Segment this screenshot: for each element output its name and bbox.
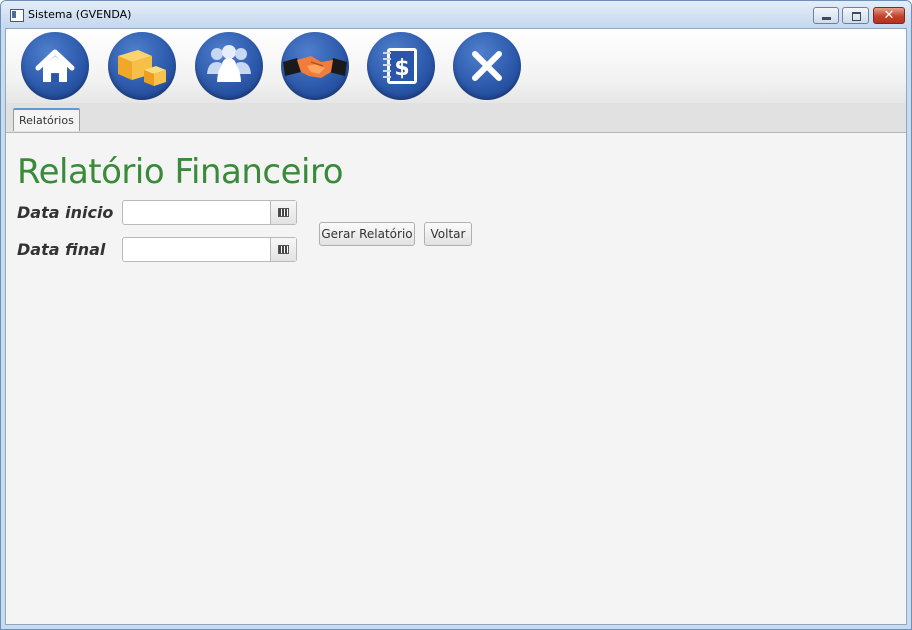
end-date-label: Data final: [17, 240, 106, 259]
svg-text:$: $: [394, 56, 409, 81]
start-date-input[interactable]: [123, 201, 271, 224]
app-icon: [10, 9, 24, 22]
generate-report-button[interactable]: Gerar Relatório: [319, 222, 415, 246]
calendar-icon: [279, 209, 288, 216]
clients-button[interactable]: [195, 32, 263, 100]
close-icon: [472, 51, 502, 81]
boxes-icon: [118, 50, 166, 86]
handshake-icon: [283, 56, 347, 78]
window-close-button[interactable]: ✕: [873, 7, 905, 24]
page-title: Relatório Financeiro: [17, 152, 344, 192]
start-date-label: Data inicio: [17, 203, 114, 222]
calendar-icon: [279, 246, 288, 253]
exit-button[interactable]: [453, 32, 521, 100]
home-button[interactable]: [21, 32, 89, 100]
minimize-icon: [822, 17, 831, 20]
end-date-picker[interactable]: [122, 237, 297, 262]
minimize-button[interactable]: [813, 7, 839, 24]
tab-strip: Relatórios: [6, 103, 906, 133]
maximize-icon: [852, 12, 861, 21]
app-window: Sistema (GVENDA) ✕ $ Relatórios Relatóri…: [0, 0, 912, 630]
users-icon: [207, 45, 251, 82]
title-bar[interactable]: Sistema (GVENDA) ✕: [1, 1, 911, 28]
home-icon: [35, 49, 75, 82]
start-date-picker[interactable]: [122, 200, 297, 225]
window-title: Sistema (GVENDA): [28, 8, 132, 21]
financial-button[interactable]: $: [367, 32, 435, 100]
tab-relatorios[interactable]: Relatórios: [13, 108, 80, 131]
start-date-calendar-button[interactable]: [270, 201, 296, 224]
end-date-input[interactable]: [123, 238, 271, 261]
maximize-button[interactable]: [842, 7, 869, 24]
back-button[interactable]: Voltar: [424, 222, 472, 246]
main-toolbar: $: [6, 29, 906, 104]
window-close-icon: ✕: [883, 8, 895, 23]
products-button[interactable]: [108, 32, 176, 100]
end-date-calendar-button[interactable]: [270, 238, 296, 261]
sales-button[interactable]: [281, 32, 349, 100]
finance-notebook-icon: $: [383, 48, 417, 84]
client-area: $ Relatórios Relatório Financeiro Data i…: [5, 28, 907, 625]
